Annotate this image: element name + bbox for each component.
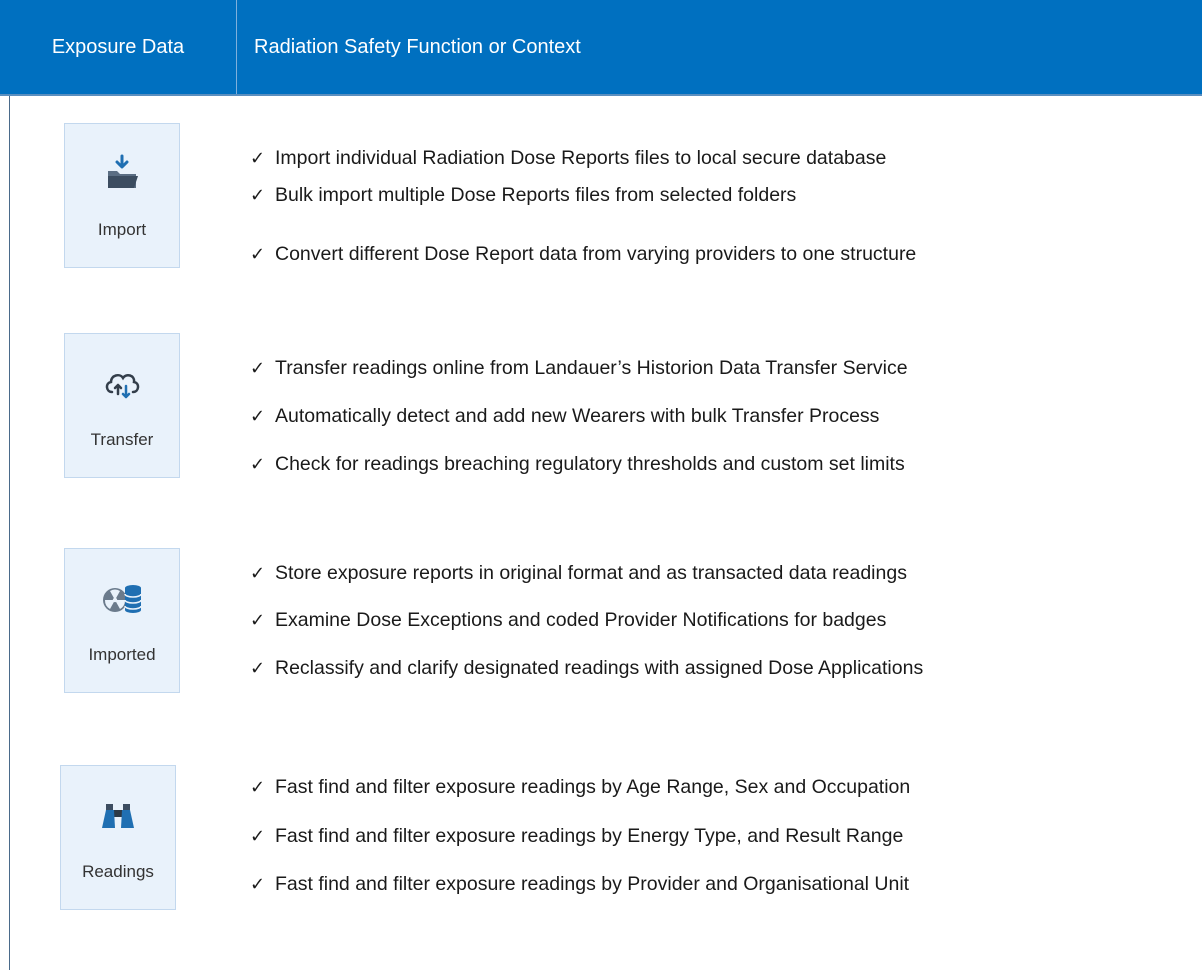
transfer-tile[interactable]: Transfer [64,333,180,478]
check-icon: ✓ [250,358,266,379]
check-icon: ✓ [250,148,266,169]
feature-item: ✓ Store exposure reports in original form… [250,562,907,584]
tile-label-import: Import [97,220,147,239]
readings-tile[interactable]: Readings [60,765,176,910]
binoculars-icon [61,796,175,836]
feature-item: ✓ Fast find and filter exposure readings … [250,776,911,798]
feature-item: ✓ Transfer readings online from Landauer’… [250,357,908,379]
feature-item: ✓ Fast find and filter exposure readings … [250,825,904,847]
feature-item: ✓ Check for readings breaching regulatory… [250,453,905,475]
folder-import-icon [65,154,179,194]
header-exposure-data: Exposure Data [51,35,185,58]
left-border-rule [9,96,10,970]
check-icon: ✓ [250,658,266,679]
table-header: Exposure Data Radiation Safety Function … [0,0,1202,96]
check-icon: ✓ [250,244,266,265]
check-icon: ✓ [250,406,266,427]
imported-tile[interactable]: Imported [64,548,180,693]
check-icon: ✓ [250,563,266,584]
tile-label-transfer: Transfer [90,430,154,449]
feature-item: ✓ Reclassify and clarify designated readi… [250,657,924,679]
feature-item: ✓ Automatically detect and add new Wearer… [250,405,880,427]
radiation-database-icon [65,579,179,619]
feature-item: ✓ Fast find and filter exposure readings … [250,873,910,895]
check-icon: ✓ [250,777,266,798]
header-divider [236,0,237,94]
header-function-context: Radiation Safety Function or Context [254,35,581,58]
import-tile[interactable]: Import [64,123,180,268]
feature-item: ✓ Bulk import multiple Dose Reports files… [250,184,797,206]
check-icon: ✓ [250,454,266,475]
cloud-transfer-icon [65,364,179,404]
tile-label-readings: Readings [82,862,154,881]
check-icon: ✓ [250,874,266,895]
check-icon: ✓ [250,610,266,631]
check-icon: ✓ [250,826,266,847]
feature-item: ✓ Examine Dose Exceptions and coded Provi… [250,609,887,631]
feature-item: ✓ Import individual Radiation Dose Report… [250,147,887,169]
feature-item: ✓ Convert different Dose Report data from… [250,243,917,265]
tile-label-imported: Imported [88,645,156,664]
check-icon: ✓ [250,185,266,206]
